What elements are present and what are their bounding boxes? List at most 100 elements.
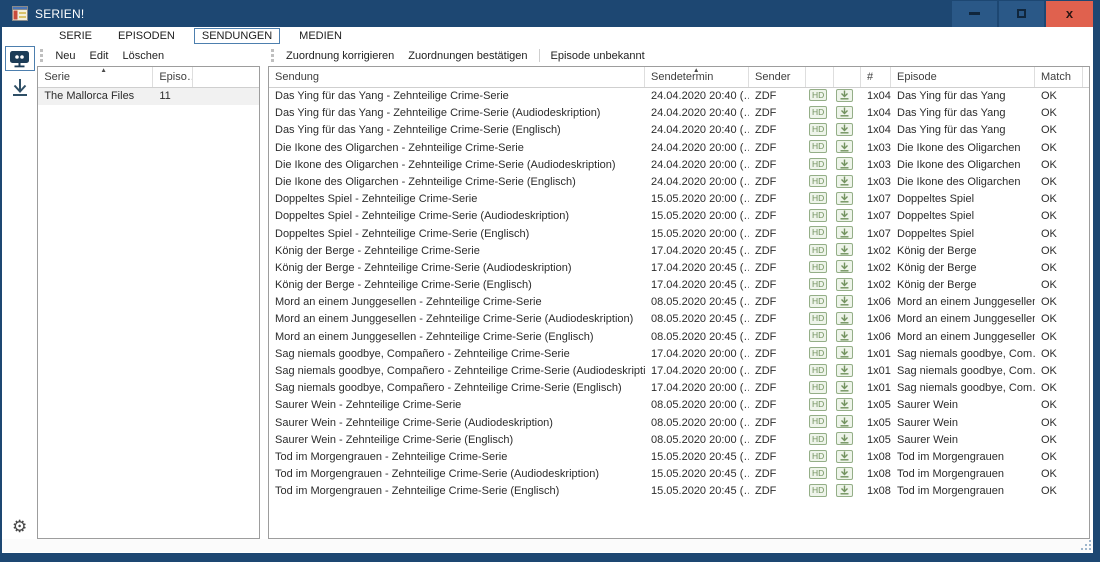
match-cell: OK <box>1035 449 1083 466</box>
hd-badge: HD <box>809 192 827 205</box>
download-icon[interactable] <box>836 209 853 222</box>
loeschen-button[interactable]: Löschen <box>115 48 171 64</box>
resize-grip-icon[interactable] <box>1082 541 1091 550</box>
sendung-cell: König der Berge - Zehnteilige Crime-Seri… <box>269 243 645 260</box>
download-icon[interactable] <box>836 175 853 188</box>
table-row[interactable]: Doppeltes Spiel - Zehnteilige Crime-Seri… <box>269 191 1089 208</box>
download-icon[interactable] <box>836 243 853 256</box>
column-header-episoden[interactable]: Episo… <box>153 67 193 87</box>
episode-cell: Mord an einem Junggesellen <box>891 294 1035 311</box>
table-row[interactable]: Tod im Morgengrauen - Zehnteilige Crime-… <box>269 483 1089 500</box>
hd-badge: HD <box>809 123 827 136</box>
table-row[interactable]: Tod im Morgengrauen - Zehnteilige Crime-… <box>269 449 1089 466</box>
maximize-button[interactable] <box>999 1 1044 27</box>
table-row[interactable]: Sag niemals goodbye, Compañero - Zehntei… <box>269 363 1089 380</box>
match-cell: OK <box>1035 174 1083 191</box>
column-header-sendung[interactable]: Sendung <box>269 67 645 87</box>
table-row[interactable]: König der Berge - Zehnteilige Crime-Seri… <box>269 277 1089 294</box>
hd-badge: HD <box>809 261 827 274</box>
main-area: ⚙ Neu Edit Löschen Serie ▲ Episo… <box>2 45 1093 539</box>
column-header-download[interactable] <box>834 67 861 87</box>
table-row[interactable]: Das Ying für das Yang - Zehnteilige Crim… <box>269 88 1089 105</box>
match-cell: OK <box>1035 105 1083 122</box>
match-cell: OK <box>1035 432 1083 449</box>
table-row[interactable]: Saurer Wein - Zehnteilige Crime-Serie 08… <box>269 397 1089 414</box>
table-row[interactable]: Das Ying für das Yang - Zehnteilige Crim… <box>269 122 1089 139</box>
column-header-sender[interactable]: Sender <box>749 67 806 87</box>
column-header-match[interactable]: Match <box>1035 67 1083 87</box>
download-icon[interactable] <box>836 432 853 445</box>
table-row[interactable]: Mord an einem Junggesellen - Zehnteilige… <box>269 329 1089 346</box>
tab-medien[interactable]: MEDIEN <box>292 29 349 43</box>
episode-cell: Das Ying für das Yang <box>891 88 1035 105</box>
tab-sendungen[interactable]: SENDUNGEN <box>194 28 280 44</box>
zuordnung-korrigieren-button[interactable]: Zuordnung korrigieren <box>279 48 401 64</box>
episode-cell: Tod im Morgengrauen <box>891 466 1035 483</box>
table-row[interactable]: Das Ying für das Yang - Zehnteilige Crim… <box>269 105 1089 122</box>
download-icon[interactable] <box>836 415 853 428</box>
download-icon[interactable] <box>836 381 853 394</box>
table-row[interactable]: Sag niemals goodbye, Compañero - Zehntei… <box>269 380 1089 397</box>
download-icon[interactable] <box>836 484 853 497</box>
sender-cell: ZDF <box>749 140 806 157</box>
sender-cell: ZDF <box>749 277 806 294</box>
app-window: SERIEN! x SERIE EPISODEN SENDUNGEN MEDIE… <box>0 0 1100 562</box>
tab-episoden[interactable]: EPISODEN <box>111 29 182 43</box>
table-row[interactable]: Mord an einem Junggesellen - Zehnteilige… <box>269 294 1089 311</box>
panel-splitter[interactable] <box>260 45 268 539</box>
hd-badge: HD <box>809 226 827 239</box>
table-row[interactable]: Tod im Morgengrauen - Zehnteilige Crime-… <box>269 466 1089 483</box>
sendetermin-cell: 17.04.2020 20:45 (… <box>645 277 749 294</box>
match-cell: OK <box>1035 260 1083 277</box>
download-icon[interactable] <box>836 450 853 463</box>
download-icon[interactable] <box>836 123 853 136</box>
download-icon[interactable] <box>836 312 853 325</box>
download-icon[interactable] <box>836 226 853 239</box>
download-icon[interactable] <box>836 192 853 205</box>
column-header-serie[interactable]: Serie ▲ <box>38 67 153 87</box>
series-row[interactable]: The Mallorca Files 11 <box>38 88 259 105</box>
table-row[interactable]: Doppeltes Spiel - Zehnteilige Crime-Seri… <box>269 226 1089 243</box>
edit-button[interactable]: Edit <box>83 48 116 64</box>
download-icon[interactable] <box>836 278 853 291</box>
match-cell: OK <box>1035 329 1083 346</box>
table-row[interactable]: Mord an einem Junggesellen - Zehnteilige… <box>269 311 1089 328</box>
download-icon[interactable] <box>836 295 853 308</box>
download-icon[interactable] <box>836 106 853 119</box>
download-icon[interactable] <box>836 329 853 342</box>
download-icon[interactable] <box>836 364 853 377</box>
tv-shows-button[interactable] <box>5 46 35 71</box>
tab-serie[interactable]: SERIE <box>52 29 99 43</box>
download-icon[interactable] <box>836 260 853 273</box>
download-icon[interactable] <box>836 157 853 170</box>
downloads-button[interactable] <box>5 75 35 100</box>
download-icon[interactable] <box>836 140 853 153</box>
hd-badge: HD <box>809 209 827 222</box>
table-row[interactable]: Sag niemals goodbye, Compañero - Zehntei… <box>269 346 1089 363</box>
episode-cell: Mord an einem Junggesellen <box>891 329 1035 346</box>
status-bar <box>2 539 1093 552</box>
table-row[interactable]: Die Ikone des Oligarchen - Zehnteilige C… <box>269 140 1089 157</box>
series-panel: Neu Edit Löschen Serie ▲ Episo… The Mall… <box>37 45 260 539</box>
download-icon[interactable] <box>836 89 853 102</box>
column-header-hd[interactable] <box>806 67 834 87</box>
table-row[interactable]: Die Ikone des Oligarchen - Zehnteilige C… <box>269 174 1089 191</box>
settings-button[interactable]: ⚙ <box>12 518 27 535</box>
table-row[interactable]: Doppeltes Spiel - Zehnteilige Crime-Seri… <box>269 208 1089 225</box>
table-row[interactable]: Die Ikone des Oligarchen - Zehnteilige C… <box>269 157 1089 174</box>
column-header-number[interactable]: # <box>861 67 891 87</box>
episode-unbekannt-button[interactable]: Episode unbekannt <box>544 48 652 64</box>
column-header-sendetermin[interactable]: Sendetermin ▲ <box>645 67 749 87</box>
table-row[interactable]: Saurer Wein - Zehnteilige Crime-Serie (A… <box>269 415 1089 432</box>
table-row[interactable]: Saurer Wein - Zehnteilige Crime-Serie (E… <box>269 432 1089 449</box>
table-row[interactable]: König der Berge - Zehnteilige Crime-Seri… <box>269 260 1089 277</box>
table-row[interactable]: König der Berge - Zehnteilige Crime-Seri… <box>269 243 1089 260</box>
download-icon[interactable] <box>836 398 853 411</box>
close-button[interactable]: x <box>1046 1 1093 27</box>
minimize-button[interactable] <box>952 1 997 27</box>
column-header-episode[interactable]: Episode <box>891 67 1035 87</box>
zuordnungen-bestaetigen-button[interactable]: Zuordnungen bestätigen <box>401 48 534 64</box>
neu-button[interactable]: Neu <box>48 48 82 64</box>
download-icon[interactable] <box>836 467 853 480</box>
download-icon[interactable] <box>836 346 853 359</box>
